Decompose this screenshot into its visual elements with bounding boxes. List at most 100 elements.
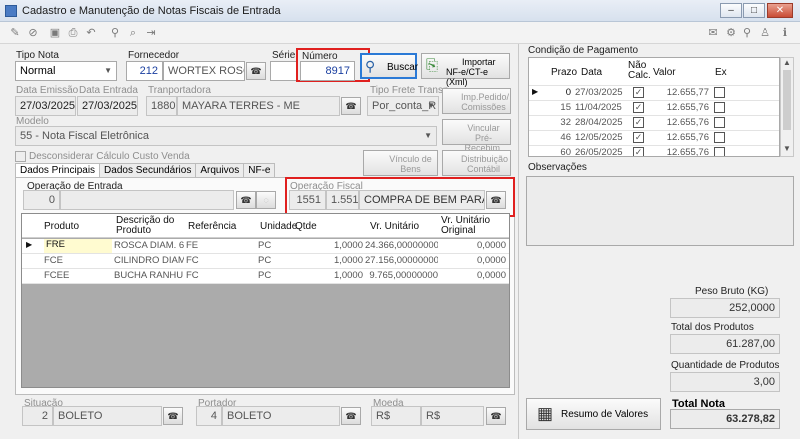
fornecedor-name-field[interactable]: WORTEX ROSCA <box>163 61 245 81</box>
cancel-icon[interactable]: ⊘ <box>26 26 40 40</box>
undo-icon[interactable]: ↶ <box>84 26 98 40</box>
operacao-fiscal-code1[interactable]: 1551 <box>289 190 326 210</box>
tipo-frete-select[interactable]: Por_conta_R ▼ <box>367 96 439 116</box>
cell-unidade[interactable]: PC <box>258 240 292 251</box>
minimize-button[interactable]: ‒ <box>720 3 742 18</box>
col-qtde[interactable]: Qtde <box>295 222 317 232</box>
operacao-fiscal-name[interactable]: COMPRA DE BEM PARA O <box>359 190 485 210</box>
tab-dados-principais[interactable]: Dados Principais <box>15 163 101 177</box>
ex-checkbox[interactable] <box>714 87 725 98</box>
tab-arquivos[interactable]: Arquivos <box>195 163 245 177</box>
operacao-entrada-name[interactable] <box>60 190 234 210</box>
cell-referencia[interactable]: FC <box>186 270 254 281</box>
col-unidade[interactable]: Unidade <box>260 222 297 232</box>
cond-col-prazo[interactable]: Prazo <box>551 68 577 78</box>
cell-descricao[interactable]: ROSCA DIAM. 6... <box>114 240 184 251</box>
cond-cell-data[interactable]: 11/04/2025 <box>575 102 627 113</box>
col-descricao[interactable]: Descrição do Produto <box>116 216 184 236</box>
condicao-row[interactable]: 46 12/05/2025 ✓ 12.655,76 <box>529 130 779 145</box>
table-row[interactable]: FCEE BUCHA RANHU... FC PC 1,0000 9.765,000000… <box>22 269 509 284</box>
items-grid[interactable]: Produto Descrição do Produto Referência … <box>21 213 510 388</box>
nao-calc-checkbox[interactable]: ✓ <box>633 87 644 98</box>
portador-lookup-icon[interactable]: ☎ <box>341 407 361 425</box>
ex-checkbox[interactable] <box>714 117 725 128</box>
nao-calc-checkbox[interactable]: ✓ <box>633 132 644 143</box>
nao-calc-checkbox[interactable]: ✓ <box>633 102 644 113</box>
operacao-fiscal-lookup-icon[interactable]: ☎ <box>486 191 506 209</box>
observacoes-field[interactable] <box>526 176 794 246</box>
cell-descricao[interactable]: CILINDRO DIAM... <box>114 255 184 266</box>
cond-cell-valor[interactable]: 12.655,76 <box>651 147 709 156</box>
fornecedor-code-field[interactable]: 212 <box>126 61 163 81</box>
cell-vr_orig[interactable]: 0,0000 <box>440 240 506 251</box>
cell-descricao[interactable]: BUCHA RANHU... <box>114 270 184 281</box>
user-icon[interactable]: ♙ <box>758 26 772 40</box>
cell-produto[interactable]: FCEE <box>44 270 112 281</box>
transportadora-code-field[interactable]: 1880 <box>146 96 177 116</box>
zoom-icon[interactable]: ⚲ <box>740 26 754 40</box>
search-icon[interactable]: ⚲ <box>108 26 122 40</box>
imp-pedido-button[interactable]: Imp.Pedido/ Comissões <box>442 88 511 114</box>
scroll-up-icon[interactable]: ▲ <box>783 58 791 67</box>
tab-nfe[interactable]: NF-e <box>243 163 276 177</box>
buscar-button[interactable]: ⚲ Buscar <box>360 53 418 79</box>
cell-qtde[interactable]: 1,0000 <box>293 255 363 266</box>
cell-unidade[interactable]: PC <box>258 255 292 266</box>
col-vr-unitario-original[interactable]: Vr. Unitário Original <box>441 216 507 236</box>
cond-cell-data[interactable]: 28/04/2025 <box>575 117 627 128</box>
moeda-code[interactable]: R$ <box>371 406 421 426</box>
resumo-valores-button[interactable]: ▦ Resumo de Valores <box>526 398 661 430</box>
operacao-fiscal-code2[interactable]: 1.551 <box>326 190 359 210</box>
fornecedor-lookup-icon[interactable]: ☎ <box>246 62 266 80</box>
cond-cell-valor[interactable]: 12.655,77 <box>651 87 709 98</box>
condicao-row[interactable]: 15 11/04/2025 ✓ 12.655,76 <box>529 100 779 115</box>
situacao-lookup-icon[interactable]: ☎ <box>163 407 183 425</box>
importar-button[interactable]: ⎘ Importar NF-e/CT-e (Xml) <box>421 53 510 87</box>
tab-dados-secundarios[interactable]: Dados Secundários <box>99 163 197 177</box>
transportadora-name-field[interactable]: MAYARA TERRES - ME <box>177 96 340 116</box>
cell-vr_orig[interactable]: 0,0000 <box>440 270 506 281</box>
cell-qtde[interactable]: 1,0000 <box>293 270 363 281</box>
cell-vr_unit[interactable]: 27.156,00000000 <box>365 255 438 266</box>
operacao-entrada-lookup-icon[interactable]: ☎ <box>236 191 256 209</box>
binoculars-icon[interactable]: ⌕ <box>126 26 140 40</box>
desconsiderar-checkbox[interactable] <box>15 151 26 162</box>
table-row[interactable]: ▶ FREROSCA DIAM. 6...FE PC1,000024.366,000… <box>22 239 509 254</box>
cond-cell-prazo[interactable]: 46 <box>545 132 571 143</box>
nao-calc-checkbox[interactable]: ✓ <box>633 117 644 128</box>
cond-col-nao-calc[interactable]: Não Calc. <box>628 61 651 81</box>
condicao-row[interactable]: 60 26/05/2025 ✓ 12.655,76 <box>529 145 779 156</box>
col-produto[interactable]: Produto <box>44 222 79 232</box>
portador-code[interactable]: 4 <box>196 406 222 426</box>
maximize-button[interactable]: □ <box>743 3 765 18</box>
cond-cell-prazo[interactable]: 32 <box>545 117 571 128</box>
exit-icon[interactable]: ⇥ <box>144 26 158 40</box>
cell-produto[interactable]: FRE <box>44 239 112 253</box>
condicao-row[interactable]: ▶ 0 27/03/2025 ✓ 12.655,77 <box>529 85 779 100</box>
cell-produto[interactable]: FCE <box>44 255 112 266</box>
cell-qtde[interactable]: 1,0000 <box>293 240 363 251</box>
table-row[interactable]: FCECILINDRO DIAM...FC PC1,000027.156,0000… <box>22 254 509 269</box>
cond-cell-valor[interactable]: 12.655,76 <box>651 117 709 128</box>
cond-cell-prazo[interactable]: 60 <box>545 147 571 156</box>
cell-vr_unit[interactable]: 24.366,00000000 <box>365 240 438 251</box>
cell-referencia[interactable]: FE <box>186 240 254 251</box>
close-button[interactable]: ✕ <box>767 3 793 18</box>
cell-vr_orig[interactable]: 0,0000 <box>440 255 506 266</box>
tipo-nota-select[interactable]: Normal ▼ <box>15 61 117 81</box>
numero-field[interactable]: 8917 <box>300 61 355 81</box>
print-icon[interactable]: ⎙ <box>66 26 80 40</box>
col-referencia[interactable]: Referência <box>188 222 236 232</box>
serie-field[interactable] <box>270 61 298 81</box>
cond-col-data[interactable]: Data <box>581 68 602 78</box>
condicao-grid[interactable]: Prazo Data Não Calc. Valor Ex ▶ 0 27/03/20… <box>528 57 780 157</box>
col-vr-unitario[interactable]: Vr. Unitário <box>370 222 419 232</box>
tools-icon[interactable]: ⚙ <box>724 26 738 40</box>
vincular-button[interactable]: Vincular Pré-Recebim. <box>442 119 511 153</box>
data-emissao-field[interactable]: 27/03/2025 <box>15 96 76 116</box>
operacao-entrada-code[interactable]: 0 <box>23 190 60 210</box>
cond-col-valor[interactable]: Valor <box>653 68 676 78</box>
moeda-lookup-icon[interactable]: ☎ <box>486 407 506 425</box>
cond-cell-data[interactable]: 26/05/2025 <box>575 147 627 156</box>
cell-unidade[interactable]: PC <box>258 270 292 281</box>
